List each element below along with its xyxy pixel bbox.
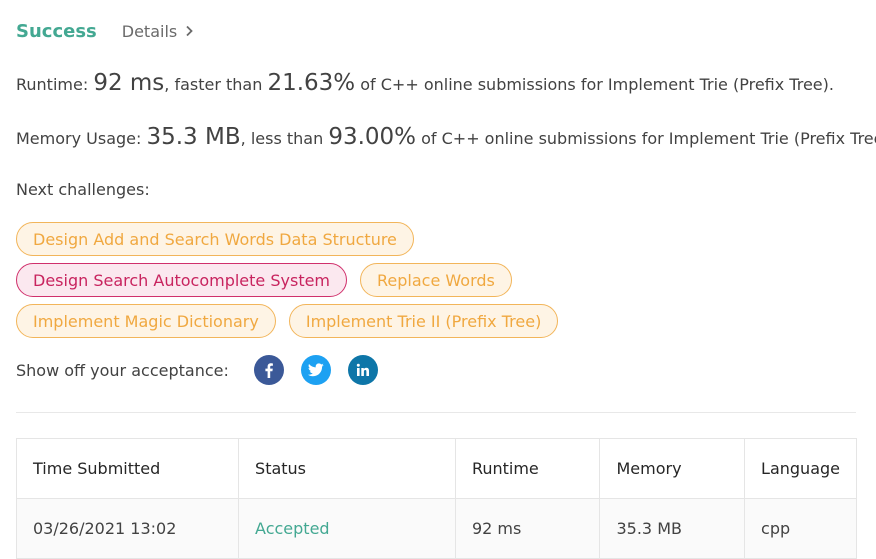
memory-percent: 93.00% [328, 124, 417, 150]
runtime-cell: 92 ms [454, 498, 601, 559]
time-submitted-cell: 03/26/2021 13:02 [15, 498, 240, 559]
details-label: Details [121, 21, 178, 41]
memory-prefix: Memory Usage: [16, 129, 147, 148]
runtime-percent: 21.63% [267, 70, 356, 96]
twitter-icon[interactable] [300, 355, 331, 385]
challenge-chip[interactable]: Replace Words [360, 263, 512, 297]
challenge-chip[interactable]: Implement Magic Dictionary [16, 304, 276, 338]
result-header: Success Details [16, 18, 197, 44]
status-cell[interactable]: Accepted [238, 498, 456, 559]
details-link[interactable]: Details [122, 22, 197, 41]
challenge-chip[interactable]: Implement Trie II (Prefix Tree) [288, 304, 559, 338]
challenge-chip[interactable]: Design Add and Search Words Data Structu… [16, 222, 414, 256]
next-challenges-label: Next challenges: [16, 180, 150, 199]
memory-cell: 35.3 MB [599, 498, 746, 559]
memory-middle: , less than [240, 129, 329, 148]
share-label: Show off your acceptance: [16, 360, 229, 380]
share-row: Show off your acceptance: [16, 355, 392, 385]
table-header-row: Time Submitted Status Runtime Memory Lan… [15, 438, 857, 499]
success-status: Success [16, 20, 97, 42]
linkedin-icon[interactable] [347, 355, 378, 385]
runtime-suffix: of C++ online submissions for Implement … [355, 75, 834, 94]
column-header: Runtime [454, 438, 601, 499]
runtime-middle: , faster than [164, 75, 268, 94]
facebook-icon[interactable] [253, 355, 284, 385]
challenge-chip[interactable]: Design Search Autocomplete System [16, 263, 348, 297]
table-row: 03/26/2021 13:02 Accepted 92 ms 35.3 MB … [15, 498, 857, 559]
memory-value: 35.3 MB [146, 124, 241, 150]
divider [16, 412, 856, 413]
chevron-right-icon [185, 24, 197, 38]
runtime-value: 92 ms [93, 70, 165, 96]
language-cell: cpp [744, 498, 857, 559]
submissions-table: Time Submitted Status Runtime Memory Lan… [15, 438, 857, 559]
column-header: Time Submitted [15, 438, 240, 499]
memory-suffix: of C++ online submissions for Implement … [416, 129, 876, 148]
memory-stat: Memory Usage: 35.3 MB, less than 93.00% … [16, 124, 876, 150]
runtime-prefix: Runtime: [16, 75, 94, 94]
next-challenges-list: Design Add and Search Words Data Structu… [16, 222, 571, 345]
column-header: Language [744, 438, 857, 499]
runtime-stat: Runtime: 92 ms, faster than 21.63% of C+… [16, 70, 834, 96]
column-header: Status [238, 438, 456, 499]
column-header: Memory [599, 438, 746, 499]
